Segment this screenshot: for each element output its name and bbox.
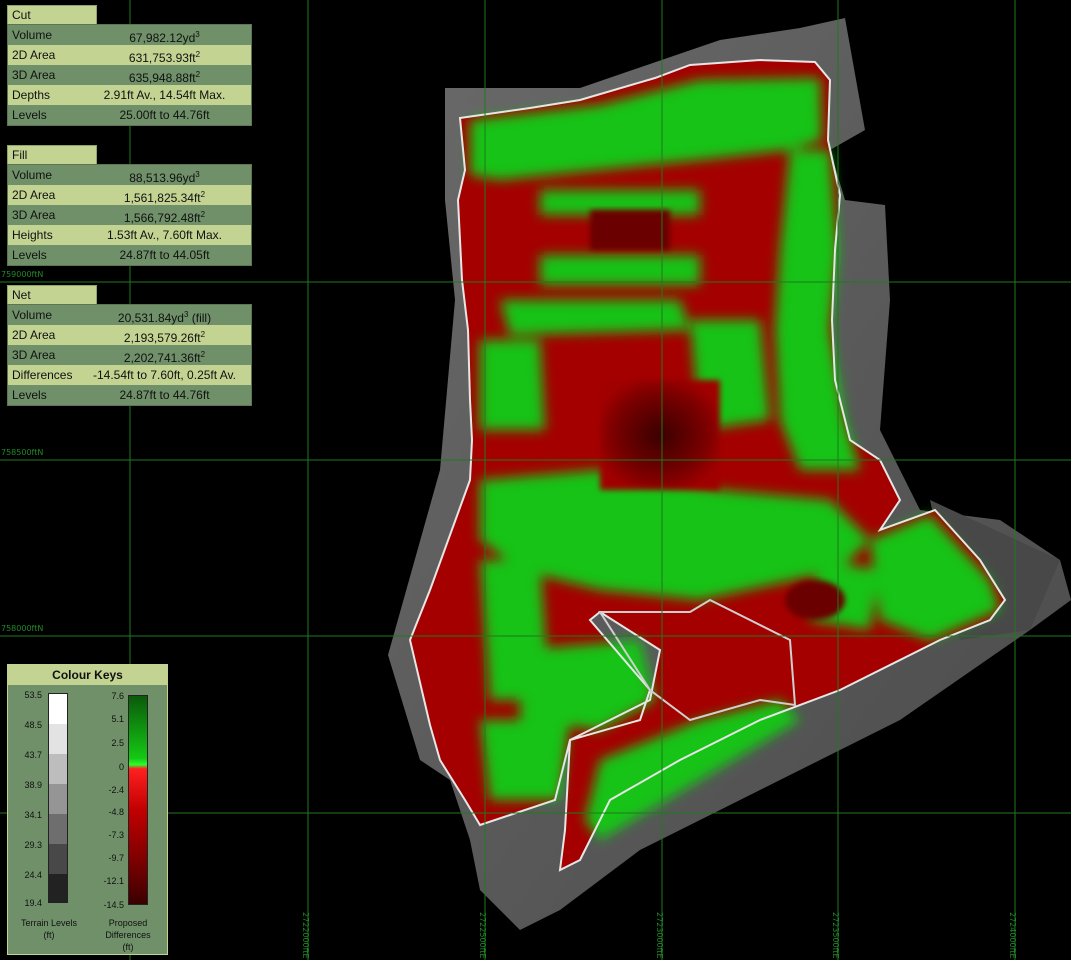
grid-label-northing: 758000ftN bbox=[1, 624, 44, 633]
stat-label: 2D Area bbox=[12, 328, 56, 342]
colour-keys-title: Colour Keys bbox=[8, 665, 167, 685]
stat-label: Depths bbox=[12, 88, 51, 102]
stat-row: Depths 2.91ft Av., 14.54ft Max. bbox=[8, 85, 251, 105]
panel-title: Net bbox=[7, 285, 97, 304]
stat-row: Heights 1.53ft Av., 7.60ft Max. bbox=[8, 225, 251, 245]
stat-label: 2D Area bbox=[12, 188, 56, 202]
grid-label-easting: 2724000ftE bbox=[1008, 912, 1017, 959]
diff-tick: -2.4 bbox=[108, 785, 124, 795]
diff-tick: 2.5 bbox=[111, 738, 124, 748]
grid-label-northing: 759000ftN bbox=[1, 270, 44, 279]
stat-value: 1.53ft Av., 7.60ft Max. bbox=[107, 228, 222, 242]
stat-value: 25.00ft to 44.76ft bbox=[119, 108, 210, 122]
grid-label-easting: 2722500ftE bbox=[478, 912, 487, 959]
stat-value: 24.87ft to 44.05ft bbox=[119, 248, 210, 262]
stat-row: 2D Area 1,561,825.34ft2 bbox=[8, 185, 251, 205]
diff-tick: 0 bbox=[118, 762, 124, 772]
stat-value: -14.54ft to 7.60ft, 0.25ft Av. bbox=[93, 368, 236, 382]
panel-title: Fill bbox=[7, 145, 97, 164]
stat-row: Levels 25.00ft to 44.76ft bbox=[8, 105, 251, 125]
stat-value: 635,948.88ft2 bbox=[128, 70, 201, 85]
stat-value: 20,531.84yd3 (fill) bbox=[117, 310, 212, 325]
terrain-levels-caption: Terrain Levels (ft) bbox=[20, 918, 78, 940]
grid-label-northing: 758500ftN bbox=[1, 448, 44, 457]
grid-label-easting: 2723500ftE bbox=[831, 912, 840, 959]
stat-value: 631,753.93ft2 bbox=[128, 50, 201, 65]
cut-fill-surface bbox=[410, 60, 1005, 870]
stat-label: Heights bbox=[12, 228, 53, 242]
proposed-differences-caption: Proposed Differences (ft) bbox=[105, 918, 151, 952]
grid-label-easting: 2723000ftE bbox=[655, 912, 664, 959]
terrain-tick: 38.9 bbox=[24, 780, 42, 790]
stat-row: Volume 20,531.84yd3 (fill) bbox=[8, 305, 251, 325]
cut-panel: Cut Volume 67,982.12yd3 2D Area 631,753.93… bbox=[7, 5, 252, 126]
terrain-tick: 43.7 bbox=[24, 750, 42, 760]
stat-label: 2D Area bbox=[12, 48, 56, 62]
stat-label: 3D Area bbox=[12, 208, 56, 222]
stat-row: Volume 88,513.96yd3 bbox=[8, 165, 251, 185]
fill-panel: Fill Volume 88,513.96yd3 2D Area 1,561,825… bbox=[7, 145, 252, 266]
grid-label-easting: 2722000ftE bbox=[301, 912, 310, 959]
terrain-tick: 24.4 bbox=[24, 870, 42, 880]
terrain-tick: 34.1 bbox=[24, 810, 42, 820]
stat-value: 2,202,741.36ft2 bbox=[123, 350, 206, 365]
stat-label: Volume bbox=[12, 28, 53, 42]
terrain-tick: 48.5 bbox=[24, 720, 42, 730]
diff-tick: -9.7 bbox=[108, 853, 124, 863]
stat-row: Differences -14.54ft to 7.60ft, 0.25ft Av… bbox=[8, 365, 251, 385]
diff-tick: -12.1 bbox=[103, 876, 124, 886]
stat-row: 2D Area 631,753.93ft2 bbox=[8, 45, 251, 65]
stat-label: Levels bbox=[12, 248, 47, 262]
proposed-differences-scale bbox=[128, 695, 148, 905]
stat-row: 3D Area 1,566,792.48ft2 bbox=[8, 205, 251, 225]
stat-row: 2D Area 2,193,579.26ft2 bbox=[8, 325, 251, 345]
stat-row: 3D Area 635,948.88ft2 bbox=[8, 65, 251, 85]
stat-value: 88,513.96yd3 bbox=[129, 170, 200, 185]
stat-label: Levels bbox=[12, 108, 47, 122]
stat-row: Levels 24.87ft to 44.76ft bbox=[8, 385, 251, 405]
terrain-tick: 53.5 bbox=[24, 690, 42, 700]
net-panel: Net Volume 20,531.84yd3 (fill) 2D Area 2,1… bbox=[7, 285, 252, 406]
panel-title: Cut bbox=[7, 5, 97, 24]
terrain-levels-scale bbox=[48, 693, 68, 903]
diff-tick: 7.6 bbox=[111, 691, 124, 701]
panel-rows: Volume 88,513.96yd3 2D Area 1,561,825.34ft… bbox=[7, 164, 252, 266]
stat-value: 2.91ft Av., 14.54ft Max. bbox=[103, 88, 226, 102]
diff-tick: -7.3 bbox=[108, 830, 124, 840]
diff-tick: -14.5 bbox=[103, 900, 124, 910]
diff-tick: 5.1 bbox=[111, 714, 124, 724]
stat-value: 24.87ft to 44.76ft bbox=[119, 388, 210, 402]
terrain-tick: 29.3 bbox=[24, 840, 42, 850]
colour-keys-panel: Colour Keys 53.5 48.5 43.7 38.9 34.1 29.… bbox=[7, 664, 168, 955]
stat-row: Levels 24.87ft to 44.05ft bbox=[8, 245, 251, 265]
stat-label: Levels bbox=[12, 388, 47, 402]
panel-rows: Volume 20,531.84yd3 (fill) 2D Area 2,193,5… bbox=[7, 304, 252, 406]
stat-value: 1,561,825.34ft2 bbox=[123, 190, 206, 205]
stat-label: Volume bbox=[12, 168, 53, 182]
stat-label: Differences bbox=[12, 368, 73, 382]
stat-value: 1,566,792.48ft2 bbox=[123, 210, 206, 225]
stat-label: Volume bbox=[12, 308, 53, 322]
stat-row: Volume 67,982.12yd3 bbox=[8, 25, 251, 45]
stat-value: 2,193,579.26ft2 bbox=[123, 330, 206, 345]
stat-label: 3D Area bbox=[12, 68, 56, 82]
panel-rows: Volume 67,982.12yd3 2D Area 631,753.93ft2 … bbox=[7, 24, 252, 126]
diff-tick: -4.8 bbox=[108, 807, 124, 817]
stat-row: 3D Area 2,202,741.36ft2 bbox=[8, 345, 251, 365]
terrain-tick: 19.4 bbox=[24, 898, 42, 908]
stat-value: 67,982.12yd3 bbox=[129, 30, 200, 45]
stat-label: 3D Area bbox=[12, 348, 56, 362]
